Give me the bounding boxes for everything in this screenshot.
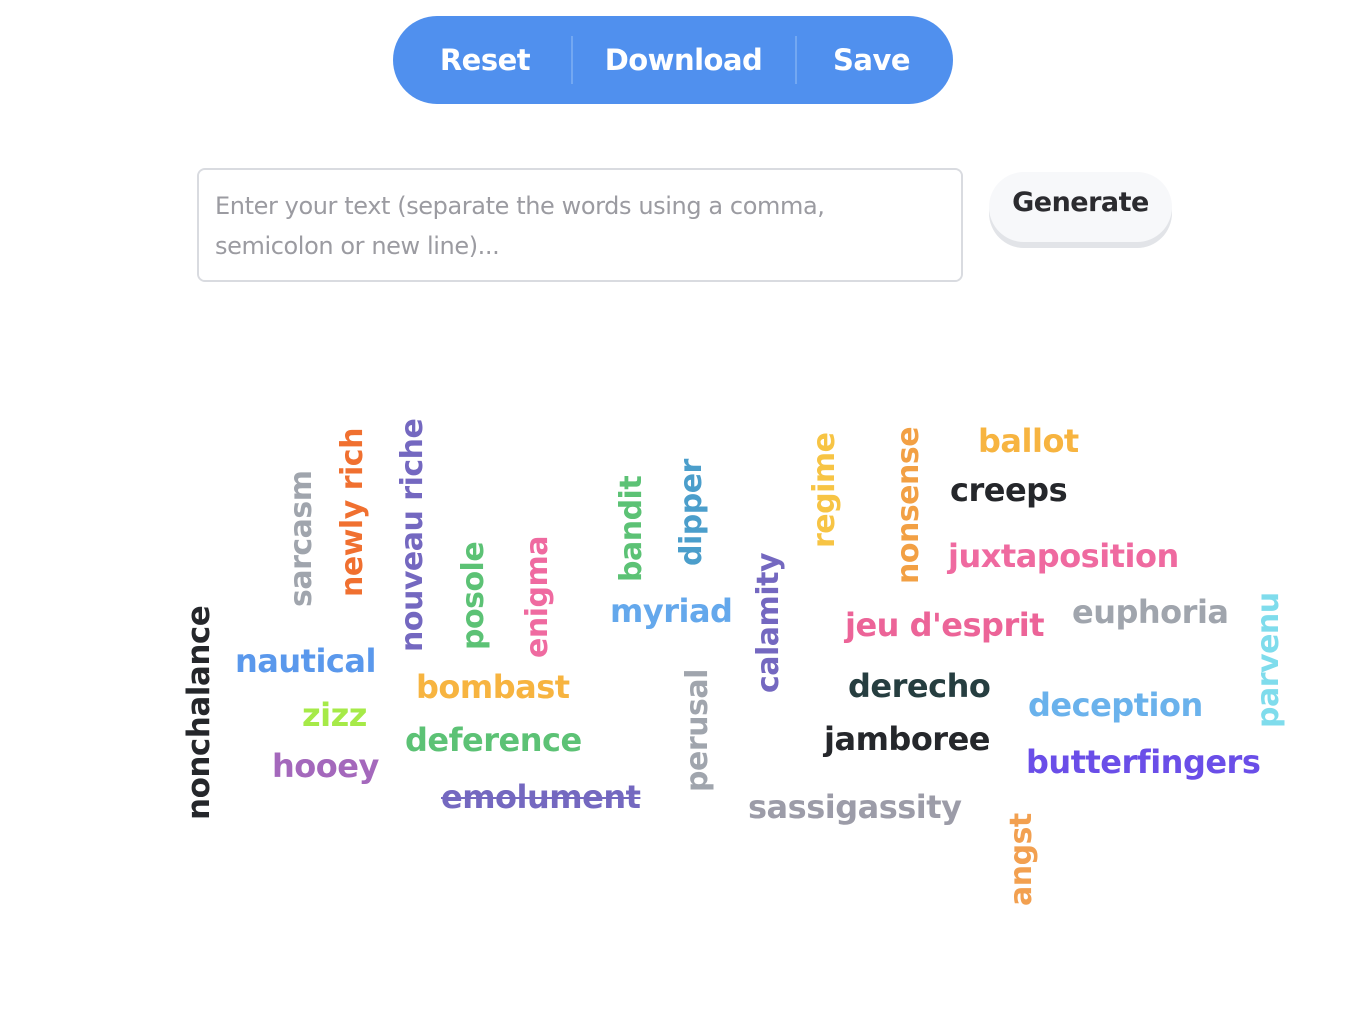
- word-emolument: emolument: [441, 778, 641, 816]
- save-button[interactable]: Save: [797, 43, 947, 77]
- word-perusal: perusal: [680, 669, 715, 792]
- word-calamity: calamity: [751, 553, 786, 693]
- word-nouveau-riche: nouveau riche: [395, 418, 430, 652]
- words-input[interactable]: [197, 168, 963, 282]
- download-button[interactable]: Download: [573, 43, 795, 77]
- word-sarcasm: sarcasm: [284, 470, 319, 607]
- word-zizz: zizz: [302, 696, 367, 734]
- generate-button[interactable]: Generate: [989, 172, 1172, 242]
- word-enigma: enigma: [520, 536, 555, 658]
- word-deference: deference: [405, 721, 582, 759]
- word-deception: deception: [1028, 686, 1203, 724]
- word-newly-rich: newly rich: [335, 428, 370, 597]
- word-bombast: bombast: [416, 668, 570, 706]
- word-derecho: derecho: [848, 667, 991, 705]
- word-posole: posole: [456, 541, 491, 650]
- word-angst: angst: [1004, 813, 1039, 906]
- word-jeu-d-esprit: jeu d'esprit: [845, 606, 1045, 644]
- reset-button[interactable]: Reset: [400, 43, 571, 77]
- word-hooey: hooey: [272, 747, 379, 785]
- word-nautical: nautical: [235, 642, 376, 680]
- word-cloud: nonchalance sarcasm newly rich nouveau r…: [0, 0, 1366, 1020]
- word-euphoria: euphoria: [1072, 593, 1229, 631]
- word-butterfingers: butterfingers: [1026, 743, 1261, 781]
- word-myriad: myriad: [610, 592, 733, 630]
- action-toolbar: Reset Download Save: [393, 16, 953, 104]
- word-parvenu: parvenu: [1251, 592, 1286, 728]
- word-jamboree: jamboree: [824, 720, 990, 758]
- word-dipper: dipper: [674, 459, 709, 566]
- word-juxtaposition: juxtaposition: [948, 537, 1179, 575]
- word-ballot: ballot: [978, 422, 1079, 460]
- word-nonchalance: nonchalance: [181, 605, 217, 820]
- word-nonsense: nonsense: [891, 426, 926, 584]
- word-creeps: creeps: [950, 471, 1068, 509]
- word-sassigassity: sassigassity: [748, 788, 962, 826]
- word-bandit: bandit: [614, 475, 649, 582]
- word-regime: regime: [807, 432, 842, 548]
